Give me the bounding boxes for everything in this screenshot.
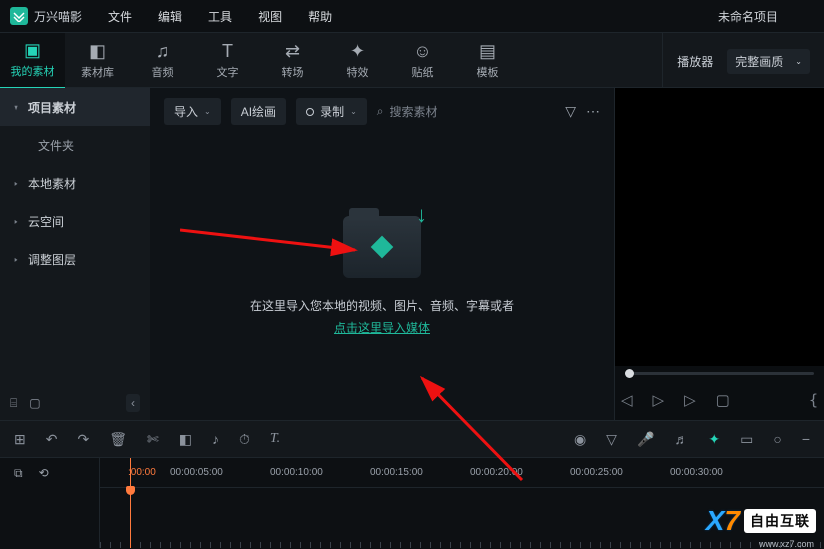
media-content: 导入⌄ AI绘画 录制⌄ ⌕搜索素材 ▽ ⋯ ↓ 在这里导入您本地的视频、图片、… (150, 88, 614, 420)
next-frame-icon[interactable]: ▷ (684, 391, 696, 409)
chevron-right-icon: ▸ (15, 255, 18, 264)
download-arrow-icon: ↓ (416, 202, 427, 228)
search-icon: ⌕ (377, 104, 384, 119)
playhead[interactable] (130, 458, 131, 548)
sidebar-cloud[interactable]: ▸云空间 (0, 202, 150, 240)
circle-icon[interactable]: ○ (773, 431, 781, 447)
search-media[interactable]: ⌕搜索素材 (377, 103, 555, 120)
record-button[interactable]: 录制⌄ (296, 98, 367, 125)
preview-viewport (615, 88, 824, 366)
sidebar-local[interactable]: ▸本地素材 (0, 164, 150, 202)
split-icon[interactable]: ▭ (740, 431, 753, 448)
collapse-sidebar-icon[interactable]: ‹ (126, 394, 140, 412)
folder-icon[interactable]: ▢ (29, 396, 40, 410)
timeline: ⧉⟲ :00:00 00:00:05:00 00:00:10:00 00:00:… (0, 458, 824, 548)
media-sidebar: ▾项目素材 文件夹 ▸本地素材 ▸云空间 ▸调整图层 ⌸ ▢ ‹ (0, 88, 150, 420)
redo-icon[interactable]: ↷ (77, 431, 89, 448)
titlebar: 万兴喵影 文件 编辑 工具 视图 帮助 未命名项目 (0, 0, 824, 32)
speed-icon[interactable]: ⏱ (239, 431, 250, 448)
sidebar-footer: ⌸ ▢ ‹ (0, 386, 150, 420)
chevron-down-icon: ⌄ (204, 107, 211, 116)
tab-template[interactable]: ▤模板 (455, 33, 520, 89)
tab-transition[interactable]: ⇄转场 (260, 33, 325, 89)
preview-title: 播放器 (677, 53, 713, 70)
text-tool-icon[interactable]: T. (270, 431, 280, 447)
menu-file[interactable]: 文件 (108, 8, 132, 25)
sidebar-adjustment[interactable]: ▸调整图层 (0, 240, 150, 278)
chevron-down-icon: ⌄ (795, 57, 802, 66)
preview-progress[interactable] (615, 366, 824, 380)
delete-icon[interactable]: 🗑 (109, 431, 127, 448)
chevron-down-icon: ⌄ (350, 107, 357, 116)
app-name: 万兴喵影 (34, 8, 82, 25)
ai-tool-icon[interactable]: ✦ (708, 431, 720, 448)
brace-icon[interactable]: { (809, 391, 818, 409)
crop-icon[interactable]: ◧ (179, 431, 192, 448)
folder-icon: ▣ (24, 41, 41, 59)
dropzone-text: 在这里导入您本地的视频、图片、音频、字幕或者 点击这里导入媒体 (250, 296, 514, 339)
menu-tools[interactable]: 工具 (208, 8, 232, 25)
music-icon: ♫ (156, 42, 170, 60)
app-logo: 万兴喵影 (10, 7, 82, 25)
link-icon[interactable]: ⟲ (39, 466, 49, 480)
tab-stock[interactable]: ◧素材库 (65, 33, 130, 89)
grid-icon[interactable]: ⊞ (14, 431, 26, 448)
tab-sticker[interactable]: ☺贴纸 (390, 33, 455, 89)
preview-panel: ◁ ▷ ▷ ▢ { (614, 88, 824, 420)
menu-edit[interactable]: 编辑 (158, 8, 182, 25)
timeline-toolbar: ⊞ ↶ ↷ 🗑 ✄ ◧ ♪ ⏱ T. ◉ ▽ 🎤 ♬ ✦ ▭ ○ − (0, 420, 824, 458)
target-icon[interactable]: ◉ (574, 431, 586, 448)
chevron-right-icon: ▸ (15, 217, 18, 226)
ai-paint-button[interactable]: AI绘画 (231, 98, 286, 125)
tab-my-media[interactable]: ▣我的素材 (0, 33, 65, 89)
transition-icon: ⇄ (285, 42, 300, 60)
import-button[interactable]: 导入⌄ (164, 98, 221, 125)
music-tool-icon[interactable]: ♬ (674, 431, 688, 447)
preview-controls: ◁ ▷ ▷ ▢ { (615, 380, 824, 420)
main-tabs: ▣我的素材 ◧素材库 ♫音频 T文字 ⇄转场 ✦特效 ☺贴纸 ▤模板 播放器 完… (0, 32, 824, 88)
cut-icon[interactable]: ✄ (147, 431, 159, 448)
preview-header: 播放器 完整画质⌄ (662, 33, 824, 89)
folder-graphic: ↓ (343, 216, 421, 278)
tab-effects[interactable]: ✦特效 (325, 33, 390, 89)
project-title: 未命名项目 (718, 8, 778, 25)
sticker-icon: ☺ (413, 42, 431, 60)
template-icon: ▤ (479, 42, 496, 60)
content-toolbar: 导入⌄ AI绘画 录制⌄ ⌕搜索素材 ▽ ⋯ (150, 88, 614, 135)
tab-audio[interactable]: ♫音频 (130, 33, 195, 89)
audio-icon[interactable]: ♪ (212, 431, 219, 447)
more-icon[interactable]: ⋯ (586, 103, 600, 120)
new-folder-icon[interactable]: ⌸ (10, 396, 17, 411)
progress-knob[interactable] (625, 369, 634, 378)
sidebar-project-media[interactable]: ▾项目素材 (0, 88, 150, 126)
timeline-track-headers: ⧉⟲ (0, 458, 100, 548)
undo-icon[interactable]: ↶ (46, 431, 58, 448)
chevron-right-icon: ▸ (15, 179, 18, 188)
chevron-down-icon: ▾ (15, 103, 18, 112)
filter-icon[interactable]: ▽ (565, 103, 576, 120)
import-dropzone[interactable]: ↓ 在这里导入您本地的视频、图片、音频、字幕或者 点击这里导入媒体 (150, 135, 614, 420)
app-logo-icon (10, 7, 28, 25)
import-link[interactable]: 点击这里导入媒体 (334, 321, 430, 335)
minus-icon[interactable]: − (802, 431, 810, 447)
menu-view[interactable]: 视图 (258, 8, 282, 25)
watermark: X7 自由互联 www.xz7.com (706, 505, 816, 537)
wand-icon: ✦ (350, 42, 365, 60)
stop-icon[interactable]: ▢ (716, 391, 730, 409)
record-icon (306, 108, 314, 116)
marker-icon[interactable]: ▽ (606, 431, 617, 448)
box-icon: ◧ (89, 42, 106, 60)
tab-text[interactable]: T文字 (195, 33, 260, 89)
layers-icon[interactable]: ⧉ (14, 466, 23, 481)
menu-help[interactable]: 帮助 (308, 8, 332, 25)
quality-select[interactable]: 完整画质⌄ (727, 49, 810, 74)
prev-frame-icon[interactable]: ◁ (621, 391, 633, 409)
timeline-ruler[interactable]: :00:00 00:00:05:00 00:00:10:00 00:00:15:… (100, 458, 824, 488)
text-icon: T (222, 42, 233, 60)
play-icon[interactable]: ▷ (653, 391, 665, 409)
watermark-logo-icon: X7 (706, 505, 740, 537)
sidebar-folder[interactable]: 文件夹 (0, 126, 150, 164)
mic-icon[interactable]: 🎤 (637, 431, 654, 448)
